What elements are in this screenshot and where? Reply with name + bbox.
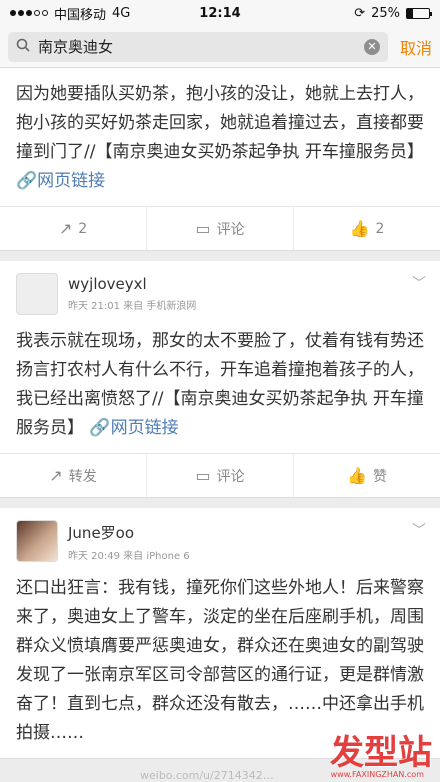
link-icon: 🔗: [89, 418, 111, 438]
repost-button[interactable]: ↗ 转发: [0, 454, 147, 497]
web-link-label: 网页链接: [37, 171, 106, 191]
avatar[interactable]: [16, 273, 58, 315]
post-body: 因为她要插队买奶茶，抱小孩的没让，她就上去打人，抱小孩的买好奶茶走回家，她就追着…: [16, 84, 424, 162]
post-body: 还口出狂言：我有钱，撞死你们这些外地人！后来警察来了，奥迪女上了警车，淡定的坐在…: [16, 578, 424, 743]
user-info: June罗oo 昨天 20:49 来自 iPhone 6: [68, 520, 424, 562]
site-logo-watermark: 发型站: [330, 733, 432, 773]
like-count: 2: [375, 220, 385, 237]
post-meta: 昨天 21:01 来自 手机新浪网: [68, 301, 197, 312]
repost-icon: ↗: [49, 466, 63, 485]
post-text: 我表示就在现场，那女的太不要脸了，仗着有钱有势还扬言打农村人有什么不行，开车追着…: [0, 315, 440, 453]
post-header: wyjloveyxl 昨天 21:01 来自 手机新浪网 ﹀: [0, 261, 440, 315]
weibo-post[interactable]: June罗oo 昨天 20:49 来自 iPhone 6 ﹀ 还口出狂言：我有钱…: [0, 508, 440, 759]
repost-button[interactable]: ↗ 2: [0, 207, 147, 250]
link-icon: 🔗: [16, 171, 38, 191]
search-query: 南京奥迪女: [38, 38, 114, 56]
avatar[interactable]: [16, 520, 58, 562]
repost-icon: ↗: [58, 219, 73, 238]
post-body: 我表示就在现场，那女的太不要脸了，仗着有钱有势还扬言打农村人有什么不行，开车追着…: [16, 331, 424, 438]
like-button[interactable]: 👍 2: [294, 207, 440, 250]
web-link[interactable]: 🔗网页链接: [89, 418, 178, 438]
like-button[interactable]: 👍 赞: [294, 454, 440, 497]
cancel-button[interactable]: 取消: [400, 35, 432, 59]
comment-label: 评论: [216, 468, 245, 485]
signal-strength-icon: [10, 10, 48, 16]
search-results-feed: 因为她要插队买奶茶，抱小孩的没让，她就上去打人，抱小孩的买好奶茶走回家，她就追着…: [0, 68, 440, 769]
network-type: 4G: [112, 5, 131, 21]
repost-count: 2: [78, 220, 88, 237]
post-header: June罗oo 昨天 20:49 来自 iPhone 6 ﹀: [0, 508, 440, 562]
chevron-down-icon[interactable]: ﹀: [412, 520, 426, 540]
search-bar: 南京奥迪女 ✕ 取消: [0, 26, 440, 68]
thumbs-up-icon: 👍: [347, 466, 367, 485]
chevron-down-icon[interactable]: ﹀: [412, 273, 426, 293]
weibo-post[interactable]: 因为她要插队买奶茶，抱小孩的没让，她就上去打人，抱小孩的买好奶茶走回家，她就追着…: [0, 68, 440, 251]
weibo-post[interactable]: wyjloveyxl 昨天 21:01 来自 手机新浪网 ﹀ 我表示就在现场，那…: [0, 261, 440, 498]
battery-fill: [407, 8, 413, 18]
web-link-label: 网页链接: [110, 418, 179, 438]
post-text: 因为她要插队买奶茶，抱小孩的没让，她就上去打人，抱小孩的买好奶茶走回家，她就追着…: [0, 68, 440, 206]
battery-percent: 25%: [371, 5, 400, 21]
status-time: 12:14: [199, 5, 241, 21]
post-actions: ↗ 转发 ▭ 评论 👍 赞: [0, 453, 440, 497]
status-bar: 中国移动 4G 12:14 ⟳ 25%: [0, 0, 440, 26]
comment-icon: ▭: [195, 466, 211, 485]
like-label: 赞: [372, 468, 387, 485]
comment-icon: ▭: [195, 219, 211, 238]
web-link[interactable]: 🔗网页链接: [16, 171, 105, 191]
comment-label: 评论: [216, 221, 245, 238]
comment-button[interactable]: ▭ 评论: [147, 207, 294, 250]
status-right: ⟳ 25%: [354, 5, 432, 21]
search-icon: [16, 37, 30, 56]
user-info: wyjloveyxl 昨天 21:01 来自 手机新浪网: [68, 273, 424, 312]
weibo-url-watermark: weibo.com/u/2714342…: [140, 769, 274, 782]
rotation-lock-icon: ⟳: [354, 5, 366, 21]
thumbs-up-icon: 👍: [349, 219, 370, 238]
search-input[interactable]: 南京奥迪女 ✕: [8, 31, 388, 62]
carrier-name: 中国移动: [54, 7, 107, 23]
battery-icon: [406, 7, 432, 19]
clear-search-icon[interactable]: ✕: [363, 38, 380, 55]
comment-button[interactable]: ▭ 评论: [147, 454, 294, 497]
repost-label: 转发: [68, 468, 97, 485]
post-meta: 昨天 20:49 来自 iPhone 6: [68, 551, 190, 562]
site-url-watermark: www.FAXINGZHAN.com: [330, 770, 424, 779]
username[interactable]: wyjloveyxl: [68, 275, 424, 293]
username[interactable]: June罗oo: [68, 522, 424, 543]
status-left: 中国移动 4G: [10, 4, 130, 23]
post-actions: ↗ 2 ▭ 评论 👍 2: [0, 206, 440, 250]
